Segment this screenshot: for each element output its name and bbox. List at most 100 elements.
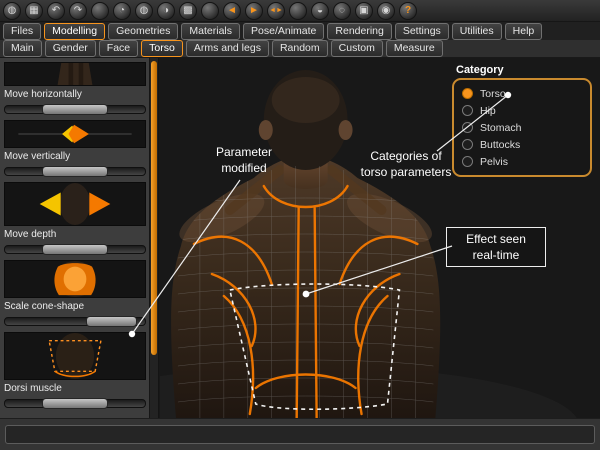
menu-tab-modelling[interactable]: Modelling <box>44 23 105 40</box>
category-option-label: Stomach <box>480 122 521 134</box>
param-scale-cone-shape: Scale cone-shape <box>4 301 146 380</box>
category-option-label: Pelvis <box>480 156 508 168</box>
icon-glyph: ◑ <box>163 6 169 16</box>
makehuman-window: ◍ ▦ ↶ ↷ ◔ ◍ ◑ ▩ ◄ ► ◄► ◒ ◌ ▣ ◉ ? Files M… <box>0 0 600 450</box>
category-title: Category <box>456 64 592 76</box>
category-option-label: Torso <box>480 88 506 100</box>
param-label: Move horizontally <box>4 89 146 101</box>
slider-handle[interactable] <box>42 398 107 409</box>
camera-icon[interactable]: ◉ <box>377 2 395 20</box>
param-label: Scale cone-shape <box>4 301 146 313</box>
dorsi-muscle-slider[interactable] <box>4 397 146 411</box>
sub-tab-measure[interactable]: Measure <box>386 40 443 57</box>
main-toolbar: ◍ ▦ ↶ ↷ ◔ ◍ ◑ ▩ ◄ ► ◄► ◒ ◌ ▣ ◉ ? <box>0 0 600 22</box>
slider-handle[interactable] <box>42 244 107 255</box>
icon-glyph: ↶ <box>52 6 60 16</box>
param-label: Move depth <box>4 229 146 241</box>
flat-shade-icon[interactable]: ◔ <box>113 2 131 20</box>
skin-sphere-icon[interactable] <box>289 2 307 20</box>
move-horizontally-preview-image <box>4 120 146 148</box>
icon-glyph: ? <box>405 6 411 16</box>
content-area: Move horizontally Move vertically <box>0 58 600 418</box>
param-move-vertically: Move vertically <box>4 151 146 226</box>
sub-tab-custom[interactable]: Custom <box>331 40 383 57</box>
move-depth-preview-image <box>4 260 146 298</box>
symmetry-left-icon[interactable]: ◄ <box>223 2 241 20</box>
undo-icon[interactable]: ↶ <box>47 2 65 20</box>
category-option-stomach[interactable]: Stomach <box>462 119 582 136</box>
scrollbar-thumb[interactable] <box>151 61 157 355</box>
grab-screen-icon[interactable]: ▣ <box>355 2 373 20</box>
icon-glyph: ◄► <box>269 7 283 14</box>
menu-tab-bar: Files Modelling Geometries Materials Pos… <box>0 22 600 40</box>
scale-cone-shape-preview-image <box>4 332 146 380</box>
parameter-panel: Move horizontally Move vertically <box>0 58 159 418</box>
symmetry-mirror-icon[interactable]: ◄► <box>267 2 285 20</box>
icon-glyph: ◌ <box>339 6 345 16</box>
parameter-panel-scrollbar[interactable] <box>149 58 158 418</box>
icon-glyph: ↷ <box>74 6 82 16</box>
ghost-sphere-icon[interactable]: ◌ <box>333 2 351 20</box>
icon-glyph: ▩ <box>183 6 192 16</box>
icon-glyph: ◔ <box>119 6 125 16</box>
menu-tab-help[interactable]: Help <box>505 23 543 40</box>
menu-tab-materials[interactable]: Materials <box>181 23 240 40</box>
symmetry-right-icon[interactable]: ► <box>245 2 263 20</box>
sub-tab-arms-and-legs[interactable]: Arms and legs <box>186 40 269 57</box>
smooth-shade-icon[interactable] <box>91 2 109 20</box>
move-vertically-slider[interactable] <box>4 165 146 179</box>
sphere-mesh-icon[interactable]: ◍ <box>3 2 21 20</box>
sub-tab-random[interactable]: Random <box>272 40 328 57</box>
category-option-torso[interactable]: Torso <box>462 85 582 102</box>
slider-handle[interactable] <box>42 104 107 115</box>
sub-tab-torso[interactable]: Torso <box>141 40 183 57</box>
radio-icon <box>462 105 473 116</box>
icon-glyph: ◒ <box>317 6 323 16</box>
status-bar-field <box>5 425 595 444</box>
move-depth-slider[interactable] <box>4 243 146 257</box>
checker-flag-icon[interactable]: ▩ <box>179 2 197 20</box>
move-vertically-preview-image <box>4 182 146 226</box>
icon-glyph: ◍ <box>140 6 149 16</box>
menu-tab-geometries[interactable]: Geometries <box>108 23 178 40</box>
icon-glyph: ▦ <box>29 6 38 16</box>
category-box: Torso Hip Stomach Buttocks <box>452 78 592 177</box>
radio-selected-icon <box>462 88 473 99</box>
category-option-buttocks[interactable]: Buttocks <box>462 136 582 153</box>
icon-glyph: ◉ <box>382 6 391 16</box>
slider-handle[interactable] <box>42 166 107 177</box>
menu-tab-utilities[interactable]: Utilities <box>452 23 502 40</box>
param-move-depth: Move depth <box>4 229 146 298</box>
category-option-label: Buttocks <box>480 139 520 151</box>
help-icon[interactable]: ? <box>399 2 417 20</box>
sub-tab-face[interactable]: Face <box>99 40 138 57</box>
category-option-pelvis[interactable]: Pelvis <box>462 153 582 170</box>
previous-param-preview-image <box>4 62 146 86</box>
category-option-label: Hip <box>480 105 496 117</box>
scale-cone-shape-slider[interactable] <box>4 315 146 329</box>
radio-icon <box>462 122 473 133</box>
menu-tab-rendering[interactable]: Rendering <box>327 23 391 40</box>
menu-tab-files[interactable]: Files <box>3 23 41 40</box>
sub-tab-gender[interactable]: Gender <box>45 40 96 57</box>
wireframe-globe-icon[interactable]: ◍ <box>135 2 153 20</box>
slider-handle[interactable] <box>86 316 137 327</box>
move-horizontally-slider[interactable] <box>4 103 146 117</box>
texture-sphere-icon[interactable]: ◑ <box>157 2 175 20</box>
param-move-horizontally: Move horizontally <box>4 89 146 148</box>
annotation-effect-realtime: Effect seen real-time <box>446 227 546 267</box>
menu-tab-settings[interactable]: Settings <box>395 23 449 40</box>
param-label: Move vertically <box>4 151 146 163</box>
status-bar <box>0 418 600 450</box>
grid-plane-icon[interactable]: ▦ <box>25 2 43 20</box>
menu-tab-pose-animate[interactable]: Pose/Animate <box>243 23 324 40</box>
param-dorsi-muscle: Dorsi muscle <box>4 383 146 411</box>
category-option-hip[interactable]: Hip <box>462 102 582 119</box>
redo-icon[interactable]: ↷ <box>69 2 87 20</box>
param-label: Dorsi muscle <box>4 383 146 395</box>
sub-tab-main[interactable]: Main <box>3 40 42 57</box>
solid-sphere-icon[interactable] <box>201 2 219 20</box>
pose-sphere-icon[interactable]: ◒ <box>311 2 329 20</box>
annotation-categories: Categories of torso parameters <box>348 148 464 180</box>
icon-glyph: ◄ <box>227 6 237 16</box>
